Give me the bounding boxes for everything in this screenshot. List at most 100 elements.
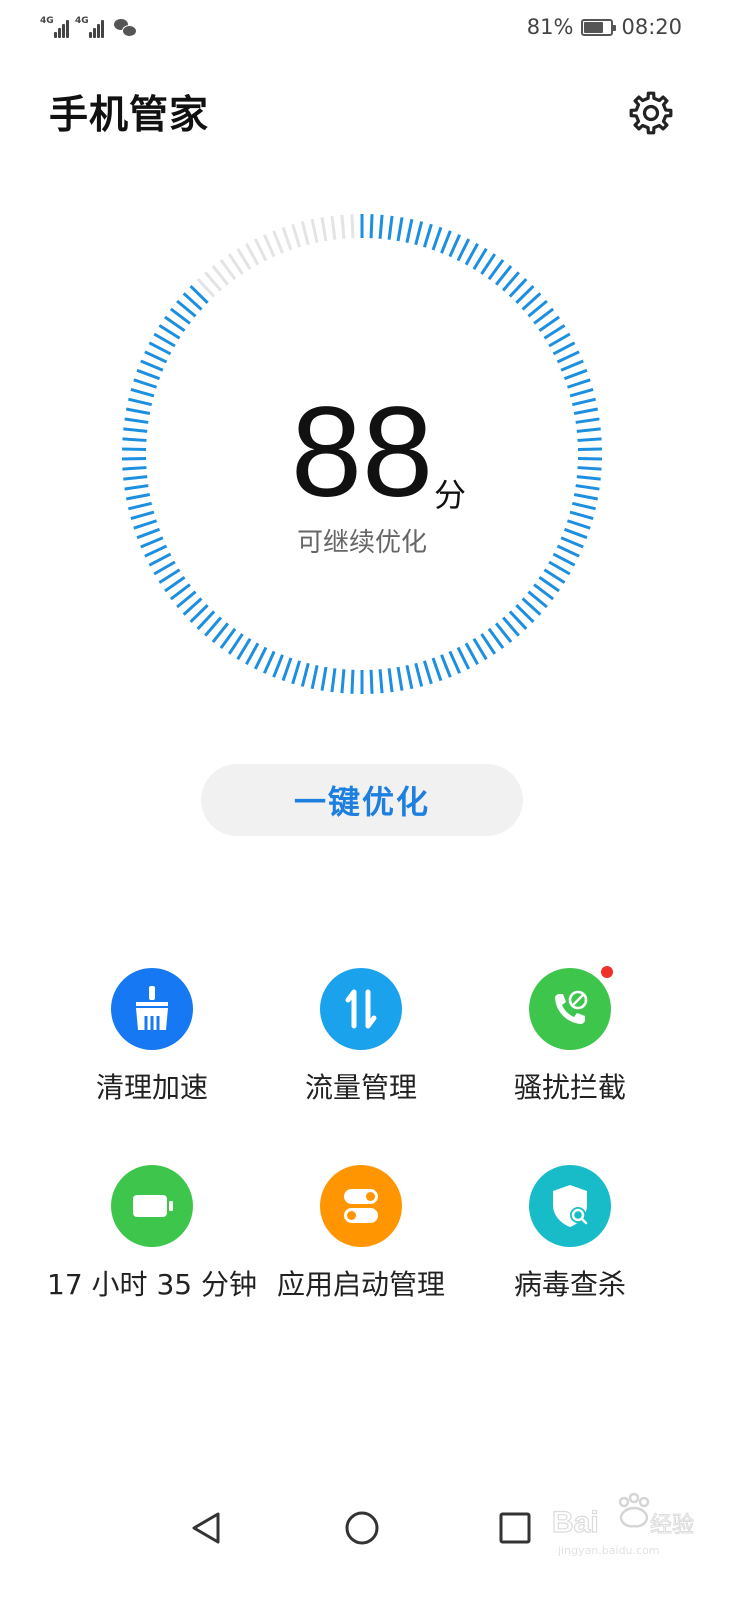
score-value: 88 <box>290 381 434 524</box>
score-ring-tick <box>136 368 161 381</box>
score-ring-tick <box>378 214 384 239</box>
score-ring-tick <box>405 218 414 244</box>
score-ring-tick <box>300 221 310 246</box>
score-ring-tick <box>330 215 337 240</box>
score-ring-tick <box>543 324 566 340</box>
tool-label: 病毒查杀 <box>513 1268 626 1301</box>
broom-icon <box>111 968 193 1050</box>
score-ring-tick <box>153 560 176 576</box>
score-ring-tick <box>414 221 424 246</box>
score-ring-tick <box>272 654 284 678</box>
tool-cleanup[interactable]: 清理加速 <box>42 968 262 1108</box>
score-ring-tick <box>310 218 319 244</box>
clock: 08:20 <box>621 15 682 39</box>
score-ring-tick <box>387 668 394 693</box>
app-launch-toggle-icon <box>320 1165 402 1247</box>
score-ring-tick <box>448 234 461 258</box>
score-ring-tick <box>387 215 394 240</box>
score-ring-tick <box>340 669 346 694</box>
score-ring-tick <box>310 664 319 690</box>
tool-label: 骚扰拦截 <box>513 1071 626 1104</box>
score-ring-tick <box>405 664 414 690</box>
score-ring-tick <box>263 234 276 258</box>
svg-text:经验: 经验 <box>650 1513 694 1538</box>
cellular-signal-icon: 4G <box>75 16 104 38</box>
score-ring-tick <box>480 633 497 655</box>
score-ring-tick <box>369 669 374 694</box>
score-ring-tick <box>464 642 479 666</box>
tool-label: 清理加速 <box>95 1071 208 1104</box>
svg-text:Bai: Bai <box>552 1506 599 1539</box>
gear-icon[interactable] <box>626 88 676 138</box>
tool-label: 应用启动管理 <box>276 1268 445 1301</box>
score-ring-tick <box>350 669 355 694</box>
score-ring-tick <box>556 350 580 364</box>
score-ring-tick <box>227 633 244 655</box>
svg-text:jingyan.baidu.com: jingyan.baidu.com <box>557 1544 660 1557</box>
battery-icon <box>581 18 617 36</box>
score-ring-tick <box>245 242 260 266</box>
score-ring-tick <box>464 242 479 266</box>
score-ring-tick <box>448 650 461 674</box>
home-circle-icon[interactable] <box>341 1500 383 1560</box>
one-click-optimize-button[interactable]: 一键优化 <box>201 764 523 836</box>
score-ring-tick <box>144 350 168 364</box>
score-ring-tick <box>548 332 571 348</box>
score-ring-tick <box>440 230 452 254</box>
score-ring-tick <box>263 650 276 674</box>
score-ring-tick <box>281 657 293 682</box>
data-transfer-icon <box>320 968 402 1050</box>
status-bar-left: 4G 4G <box>40 14 137 40</box>
score-ring-tick <box>552 341 576 356</box>
score-ring-tick <box>236 637 252 661</box>
score-ring-tick <box>330 668 337 693</box>
score-ring-tick <box>253 238 268 262</box>
baidu-watermark: Bai 经验 jingyan.baidu.com <box>551 1492 695 1557</box>
network-type-label: 4G <box>40 16 54 26</box>
score-ring-tick <box>472 247 488 271</box>
score-ring-tick <box>560 359 584 372</box>
score-ring-tick <box>148 341 172 356</box>
score-ring-tick <box>227 253 244 275</box>
tool-app-launch[interactable]: 应用启动管理 <box>251 1165 471 1305</box>
battery-percent: 81% <box>526 15 574 39</box>
score-ring-tick <box>272 230 284 254</box>
score-ring-tick <box>396 666 404 691</box>
score-ring-tick <box>480 253 497 275</box>
score-ring-tick <box>320 666 328 691</box>
score-ring-tick <box>563 368 588 381</box>
score-ring-tick <box>422 223 433 248</box>
score-subtitle: 可继续优化 <box>296 528 427 558</box>
cellular-signal-icon: 4G <box>40 16 69 38</box>
battery-icon <box>111 1165 193 1247</box>
score-ring-tick <box>422 660 433 685</box>
score-ring-tick <box>164 576 186 593</box>
back-triangle-icon[interactable] <box>186 1500 226 1560</box>
network-type-label: 4G <box>75 16 89 26</box>
score-ring-tick <box>431 657 443 682</box>
recents-square-icon[interactable] <box>496 1500 536 1560</box>
score-ring-tick <box>396 217 404 242</box>
score-ring-tick <box>140 359 164 372</box>
score-ring-tick <box>300 662 310 687</box>
score-ring-tick <box>414 662 424 687</box>
score-ring-tick <box>291 660 302 685</box>
status-bar-right: 81% 08:20 <box>527 12 682 42</box>
tool-harassment-block[interactable]: 骚扰拦截 <box>460 966 680 1108</box>
tool-label: 流量管理 <box>304 1071 417 1104</box>
score-ring-tick <box>378 669 384 694</box>
tool-virus-scan[interactable]: 病毒查杀 <box>460 1165 680 1305</box>
tool-data-management[interactable]: 流量管理 <box>251 968 471 1108</box>
shield-search-icon <box>529 1165 611 1247</box>
score-ring-tick <box>253 646 268 670</box>
score-ring-tick <box>245 642 260 666</box>
score-ring-tick <box>440 654 452 678</box>
score-ring-tick <box>164 315 186 332</box>
score-ring-tick <box>456 238 471 262</box>
score-ring-tick <box>350 214 355 239</box>
score-ring-tick <box>291 223 302 248</box>
tool-battery[interactable]: 17 小时 35 分钟 <box>42 1165 262 1305</box>
score-ring-tick <box>158 324 181 340</box>
phone-block-icon <box>529 966 613 1050</box>
score-ring-tick <box>431 226 443 251</box>
